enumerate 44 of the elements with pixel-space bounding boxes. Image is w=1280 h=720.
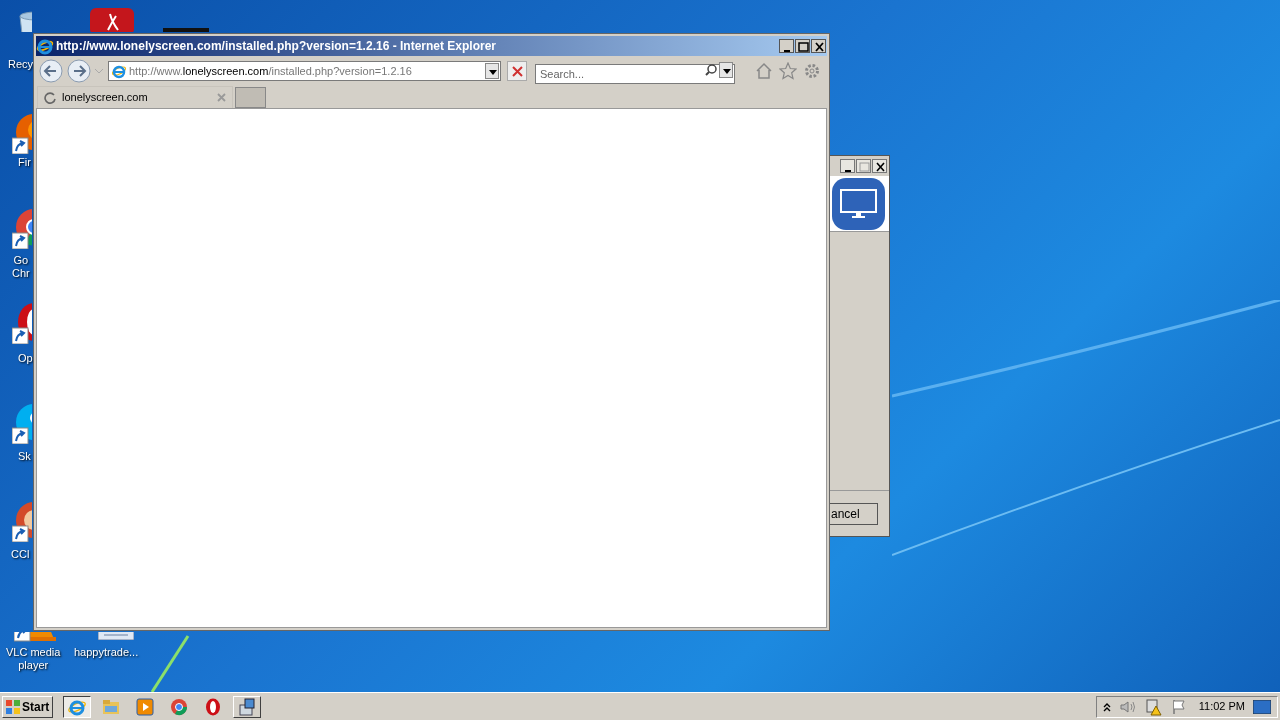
chevron-up-icon[interactable] bbox=[1102, 701, 1111, 712]
monitor-icon bbox=[832, 177, 885, 230]
search-field[interactable]: Search... bbox=[535, 64, 735, 84]
media-player-icon bbox=[135, 696, 155, 717]
page-icon bbox=[111, 63, 127, 79]
flag-icon[interactable] bbox=[1170, 698, 1187, 715]
opera-icon bbox=[203, 696, 223, 717]
dropdown-button[interactable] bbox=[485, 63, 499, 79]
network-warning-icon[interactable] bbox=[1144, 697, 1163, 716]
maximize-button[interactable] bbox=[856, 159, 871, 173]
start-button[interactable]: Start bbox=[2, 695, 53, 718]
icon-label: Sk bbox=[18, 450, 31, 463]
show-desktop-icon[interactable] bbox=[1253, 699, 1271, 714]
stop-button[interactable] bbox=[507, 61, 527, 81]
close-button[interactable] bbox=[872, 159, 887, 173]
maximize-button[interactable] bbox=[795, 39, 810, 53]
minimize-button[interactable] bbox=[779, 39, 794, 53]
icon-label: Op bbox=[18, 352, 33, 365]
close-button[interactable] bbox=[811, 39, 826, 53]
forward-button[interactable] bbox=[66, 58, 92, 84]
chrome-icon bbox=[169, 696, 189, 717]
dropdown-button[interactable] bbox=[719, 62, 733, 78]
installer-icon bbox=[237, 696, 257, 717]
pdf-icon[interactable] bbox=[90, 8, 134, 32]
icon-label: CCl bbox=[11, 548, 30, 561]
address-url: http://www.lonelyscreen.com/installed.php?version=1.2.16 bbox=[129, 63, 413, 79]
cancel-button[interactable]: ancel bbox=[830, 503, 878, 525]
browser-tab[interactable]: lonelyscreen.com bbox=[37, 86, 233, 108]
window-title: http://www.lonelyscreen.com/installed.php?version=1.2.16 - Internet Explorer bbox=[55, 38, 497, 55]
browser-logo-icon bbox=[36, 37, 54, 55]
taskbar-button[interactable] bbox=[63, 695, 91, 718]
back-button[interactable] bbox=[38, 58, 64, 84]
star-icon[interactable] bbox=[779, 62, 797, 80]
search-icon[interactable] bbox=[704, 63, 718, 77]
start-logo-icon bbox=[5, 698, 21, 715]
light-streak-drawing bbox=[150, 634, 190, 692]
clock[interactable]: 11:02 PM bbox=[1198, 698, 1245, 715]
icon-label: Fir bbox=[18, 156, 31, 169]
minimize-button[interactable] bbox=[840, 159, 855, 173]
icon-label: Recy bbox=[8, 58, 34, 71]
address-bar[interactable]: http://www.lonelyscreen.com/installed.php?version=1.2.16 bbox=[108, 61, 501, 81]
icon-label: VLC media player bbox=[6, 646, 61, 672]
icon-label: Go Chr bbox=[12, 254, 30, 280]
icon-label: happytrade... bbox=[74, 646, 139, 659]
